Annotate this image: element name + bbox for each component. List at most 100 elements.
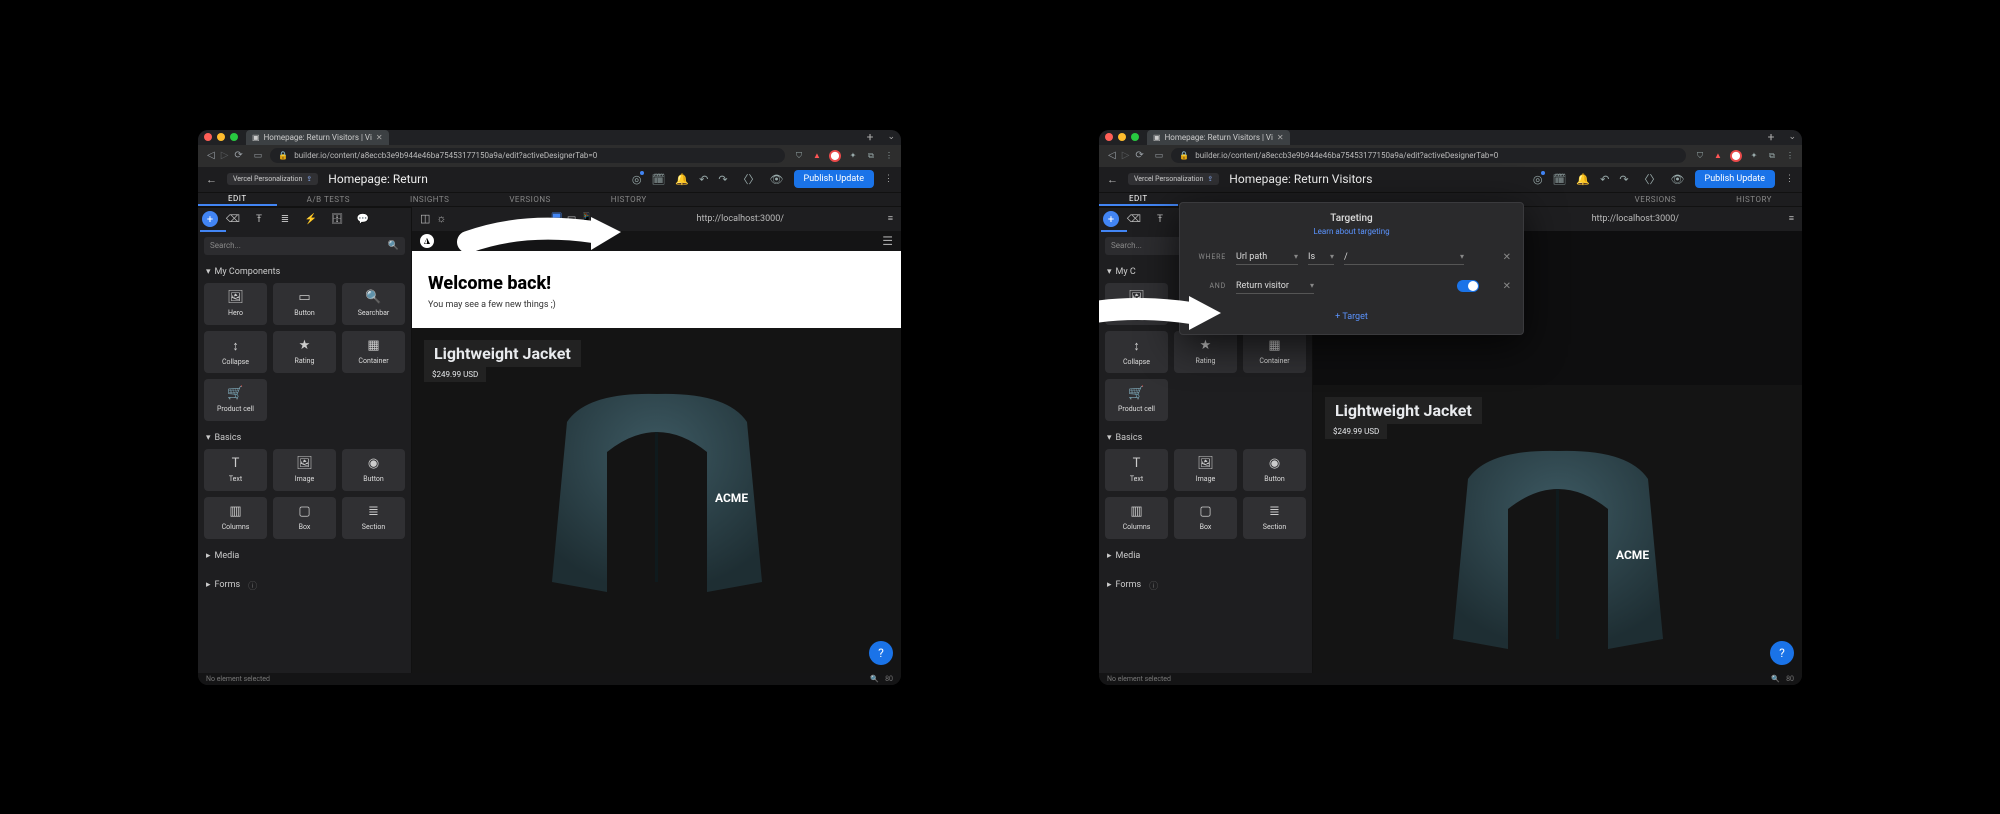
help-fab[interactable]: ?: [869, 641, 893, 665]
tabs-menu-chevron[interactable]: ⌄: [1788, 132, 1796, 142]
zoom-out-icon[interactable]: 🔍: [1771, 675, 1780, 683]
bell-icon[interactable]: 🔔: [675, 173, 689, 186]
ext-window-icon[interactable]: ⧉: [865, 150, 877, 162]
tile-section[interactable]: ≣Section: [1243, 497, 1306, 539]
ext-shield-icon[interactable]: ⛉: [1694, 150, 1706, 162]
omnibox[interactable]: 🔒 builder.io/content/a8eccb3e9b944e46ba7…: [270, 148, 785, 163]
ext-vercel-icon[interactable]: ▲: [811, 150, 823, 162]
db-icon[interactable]: 🗄: [326, 208, 348, 230]
preview-menu-icon[interactable]: ≡: [1789, 213, 1794, 224]
tile-image[interactable]: 🖼Image: [273, 449, 336, 491]
and-remove-icon[interactable]: ✕: [1503, 281, 1511, 292]
tile-image[interactable]: 🖼Image: [1174, 449, 1237, 491]
hamburger-icon[interactable]: ☰: [882, 234, 893, 248]
tile-basic-button[interactable]: ◉Button: [342, 449, 405, 491]
where-remove-icon[interactable]: ✕: [1503, 252, 1511, 263]
section-forms[interactable]: ▸Formsⓘ: [206, 579, 403, 592]
browser-menu-icon[interactable]: ⋮: [883, 150, 895, 162]
redo-icon[interactable]: ↷: [718, 173, 727, 186]
targeting-learn-link[interactable]: Learn about targeting: [1192, 227, 1511, 236]
ext-dot-icon[interactable]: ⬤: [829, 150, 841, 162]
tile-columns[interactable]: ▥Columns: [1105, 497, 1168, 539]
tile-container[interactable]: ▦Container: [1243, 331, 1306, 373]
publish-button[interactable]: Publish Update: [1695, 170, 1775, 188]
bookmark-icon[interactable]: ▭: [1155, 151, 1164, 161]
tile-box[interactable]: ▢Box: [273, 497, 336, 539]
undo-icon[interactable]: ↶: [699, 173, 708, 186]
omnibox[interactable]: 🔒 builder.io/content/a8eccb3e9b944e46ba7…: [1171, 148, 1686, 163]
panel-layout-icon[interactable]: ◫: [420, 212, 430, 225]
eraser-icon[interactable]: ⌫: [1123, 208, 1145, 230]
ext-dot-icon[interactable]: ⬤: [1730, 150, 1742, 162]
nav-reload-icon[interactable]: ⟳: [231, 150, 245, 161]
ext-puzzle-icon[interactable]: ✦: [847, 150, 859, 162]
app-back-icon[interactable]: ←: [206, 173, 217, 186]
layers-icon[interactable]: ≣: [274, 208, 296, 230]
browser-menu-icon[interactable]: ⋮: [1784, 150, 1796, 162]
overflow-icon[interactable]: ⋮: [884, 174, 893, 184]
tile-text[interactable]: TText: [1105, 449, 1168, 491]
tile-product-cell[interactable]: 🛒Product cell: [204, 379, 267, 421]
tile-container[interactable]: ▦Container: [342, 331, 405, 373]
product-block[interactable]: Lightweight Jacket $249.99 USD ACME: [1313, 385, 1802, 673]
where-op-select[interactable]: Is: [1308, 250, 1334, 265]
help-fab[interactable]: ?: [1770, 641, 1794, 665]
tab-insights[interactable]: INSIGHTS: [380, 193, 479, 206]
tile-columns[interactable]: ▥Columns: [204, 497, 267, 539]
nav-reload-icon[interactable]: ⟳: [1132, 150, 1146, 161]
close-dot[interactable]: [204, 133, 212, 141]
browser-tab[interactable]: ▣ Homepage: Return Visitors | Vi ✕: [1147, 130, 1290, 145]
nav-back-icon[interactable]: ◁: [204, 150, 218, 161]
tile-product-cell[interactable]: 🛒Product cell: [1105, 379, 1168, 421]
add-icon[interactable]: +: [1103, 211, 1119, 227]
minimize-dot[interactable]: [1118, 133, 1126, 141]
where-field-select[interactable]: Url path: [1236, 250, 1298, 265]
where-value-input[interactable]: /: [1344, 250, 1464, 265]
section-basics[interactable]: ▾Basics: [206, 433, 403, 443]
tab-ab-tests[interactable]: A/B TESTS: [277, 193, 380, 206]
ext-puzzle-icon[interactable]: ✦: [1748, 150, 1760, 162]
preview-url[interactable]: http://localhost:3000/: [697, 214, 784, 224]
eraser-icon[interactable]: ⌫: [222, 208, 244, 230]
target-icon[interactable]: ◎: [1533, 173, 1543, 186]
preview-menu-icon[interactable]: ≡: [888, 213, 893, 224]
publish-button[interactable]: Publish Update: [794, 170, 874, 188]
tab-edit[interactable]: EDIT: [1099, 193, 1178, 206]
undo-icon[interactable]: ↶: [1600, 173, 1609, 186]
and-field-select[interactable]: Return visitor: [1236, 279, 1314, 294]
zoom-dot[interactable]: [1131, 133, 1139, 141]
tile-searchbar[interactable]: 🔍Searchbar: [342, 283, 405, 325]
tile-box[interactable]: ▢Box: [1174, 497, 1237, 539]
comment-icon[interactable]: 💬: [352, 208, 374, 230]
ext-vercel-icon[interactable]: ▲: [1712, 150, 1724, 162]
and-toggle[interactable]: [1457, 280, 1479, 292]
ab-icon[interactable]: Ŧ: [1149, 208, 1171, 230]
section-forms[interactable]: ▸Formsⓘ: [1107, 579, 1304, 592]
ext-shield-icon[interactable]: ⛉: [793, 150, 805, 162]
tab-close-icon[interactable]: ✕: [1277, 133, 1284, 142]
calendar-icon[interactable]: 🗓: [651, 173, 665, 186]
tab-history[interactable]: HISTORY: [581, 193, 677, 206]
bolt-icon[interactable]: ⚡: [300, 208, 322, 230]
tile-text[interactable]: TText: [204, 449, 267, 491]
bookmark-icon[interactable]: ▭: [254, 151, 263, 161]
ext-window-icon[interactable]: ⧉: [1766, 150, 1778, 162]
section-basics[interactable]: ▾Basics: [1107, 433, 1304, 443]
ab-icon[interactable]: Ŧ: [248, 208, 270, 230]
new-tab-button[interactable]: +: [861, 130, 880, 144]
product-block[interactable]: Lightweight Jacket $249.99 USD ACME: [412, 328, 901, 673]
tile-button[interactable]: ▭Button: [273, 283, 336, 325]
zoom-dot[interactable]: [230, 133, 238, 141]
tab-versions[interactable]: VERSIONS: [1605, 193, 1706, 206]
calendar-icon[interactable]: 🗓: [1552, 173, 1566, 186]
add-icon[interactable]: +: [202, 211, 218, 227]
tabs-menu-chevron[interactable]: ⌄: [887, 132, 895, 142]
tab-close-icon[interactable]: ✕: [376, 133, 383, 142]
tile-collapse[interactable]: ↕Collapse: [204, 331, 267, 373]
brand-logo[interactable]: ◮: [420, 234, 434, 248]
add-target-button[interactable]: + Target: [1192, 312, 1511, 322]
section-my-components[interactable]: ▾My Components: [206, 267, 403, 277]
eye-icon[interactable]: 👁: [770, 173, 784, 186]
tab-versions[interactable]: VERSIONS: [479, 193, 580, 206]
tile-section[interactable]: ≣Section: [342, 497, 405, 539]
